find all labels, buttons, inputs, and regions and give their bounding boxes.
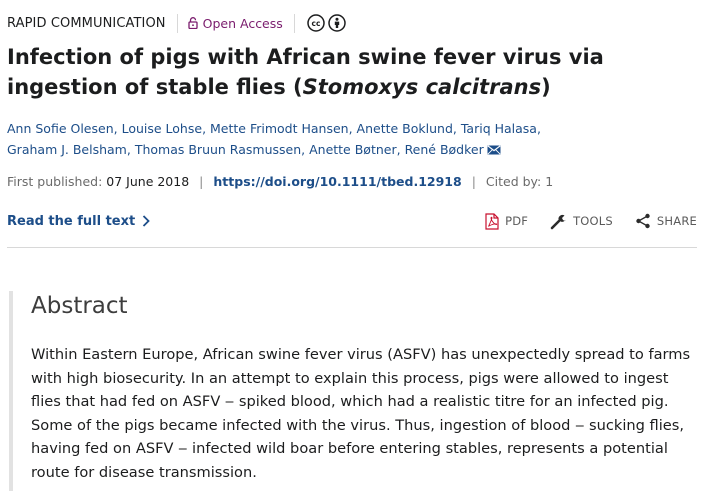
author-separator: ,	[113, 121, 122, 136]
author-list: Ann Sofie Olesen, Louise Lohse, Mette Fr…	[7, 118, 697, 160]
article-header-bar: RAPID COMMUNICATION Open Access cc	[7, 12, 349, 34]
attribution-icon[interactable]	[328, 14, 346, 32]
share-icon	[636, 213, 650, 229]
open-access-badge[interactable]: Open Access	[187, 15, 283, 31]
author-link[interactable]: René Bødker	[405, 142, 484, 157]
section-divider	[7, 247, 697, 248]
author-separator: ,	[452, 121, 461, 136]
abstract-section: Abstract Within Eastern Europe, African …	[9, 291, 701, 491]
author-separator: ,	[348, 121, 357, 136]
info-divider: |	[471, 174, 476, 189]
read-full-text-label: Read the full text	[7, 213, 136, 229]
pdf-button[interactable]: PDF	[485, 212, 529, 230]
author-link[interactable]: Louise Lohse	[122, 121, 202, 136]
read-full-text-link[interactable]: Read the full text	[7, 213, 151, 229]
article-tools: PDF TOOLS SHARE	[463, 212, 697, 230]
author-separator: ,	[202, 121, 211, 136]
abstract-heading: Abstract	[31, 293, 128, 319]
wrench-icon	[550, 214, 567, 229]
author-separator: ,	[301, 142, 310, 157]
chevron-right-icon	[143, 215, 151, 227]
tools-button[interactable]: TOOLS	[550, 213, 613, 230]
pdf-icon	[485, 212, 499, 230]
open-access-label: Open Access	[202, 15, 283, 31]
info-divider: |	[199, 174, 204, 189]
svg-text:cc: cc	[311, 19, 320, 28]
article-title: Infection of pigs with African swine fev…	[7, 42, 697, 102]
first-published-date: 07 June 2018	[106, 174, 190, 189]
doi-link[interactable]: https://doi.org/10.1111/tbed.12918	[213, 174, 461, 189]
author-link[interactable]: Anette Bøtner	[309, 142, 397, 157]
title-species: Stomoxys calcitrans	[302, 75, 542, 99]
author-separator: ,	[536, 121, 541, 136]
author-link[interactable]: Anette Boklund	[357, 121, 453, 136]
header-divider	[176, 13, 178, 33]
first-published-label: First published:	[7, 174, 103, 189]
author-link[interactable]: Thomas Bruun Rasmussen	[135, 142, 301, 157]
header-divider	[293, 13, 295, 33]
author-link[interactable]: Graham J. Belsham	[7, 142, 127, 157]
tools-label: TOOLS	[573, 214, 613, 228]
author-link[interactable]: Mette Frimodt Hansen	[210, 121, 349, 136]
pdf-label: PDF	[505, 214, 529, 228]
author-separator: ,	[126, 142, 135, 157]
author-link[interactable]: Ann Sofie Olesen	[7, 121, 114, 136]
license-icons[interactable]: cc	[307, 14, 349, 32]
creative-commons-icon[interactable]: cc	[307, 14, 325, 32]
author-link[interactable]: Tariq Halasa	[461, 121, 537, 136]
article-actions-bar: Read the full text PDF TOOLS SHARE	[7, 209, 697, 233]
author-separator: ,	[396, 142, 405, 157]
share-button[interactable]: SHARE	[635, 213, 697, 229]
abstract-text: Within Eastern Europe, African swine fev…	[31, 346, 691, 481]
article-type-label: RAPID COMMUNICATION	[7, 15, 166, 31]
share-label: SHARE	[656, 214, 697, 228]
publication-info: First published: 07 June 2018 | https://…	[7, 174, 553, 189]
corresponding-author-mail-icon[interactable]	[487, 145, 501, 155]
open-lock-icon	[187, 17, 198, 29]
title-close: )	[541, 75, 551, 99]
cited-by-count[interactable]: Cited by: 1	[486, 174, 553, 189]
